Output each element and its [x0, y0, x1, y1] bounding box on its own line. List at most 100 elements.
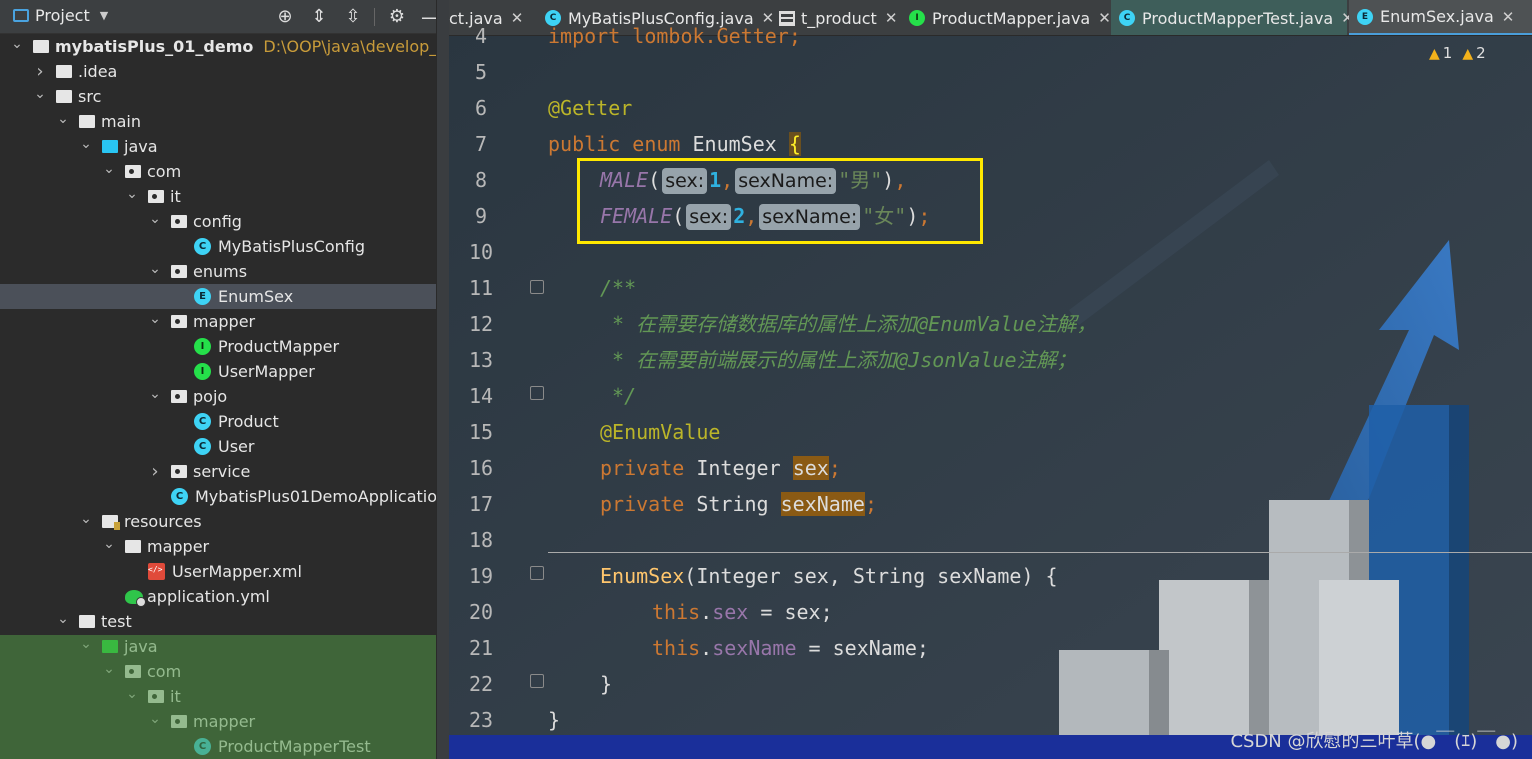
chevron-down-icon[interactable]: ⌄ — [10, 36, 24, 52]
project-tree: ⌄ mybatisPlus_01_demo D:\OOP\java\develop_… — [0, 34, 436, 759]
tree-node[interactable]: ⌄ config — [0, 209, 436, 234]
chevron-down-icon[interactable]: ⌄ — [102, 161, 116, 177]
chevron-down-icon[interactable]: ⌄ — [148, 311, 162, 327]
line-number: 6 — [474, 96, 488, 120]
expand-all-icon[interactable]: ⇕ — [307, 5, 331, 29]
close-icon[interactable]: ✕ — [1502, 8, 1515, 26]
fold-marker-icon[interactable] — [530, 674, 544, 688]
class-icon: C — [194, 238, 211, 255]
module-path: D:\OOP\java\develop_ide — [263, 37, 436, 56]
chevron-down-icon[interactable]: ⌄ — [79, 636, 93, 652]
tree-node-label: User — [218, 437, 255, 456]
fold-marker-icon[interactable] — [530, 566, 544, 580]
tree-node[interactable]: ⌄ com — [0, 659, 436, 684]
line-number: 5 — [474, 60, 488, 84]
module-icon — [33, 40, 49, 53]
highlight-box — [577, 158, 983, 244]
tree-node[interactable]: › .idea — [0, 59, 436, 84]
tree-node[interactable]: ›UserMapper.xml — [0, 559, 436, 584]
code-line-12: * 在需要存储数据库的属性上添加@EnumValue注解， — [600, 312, 1097, 336]
chevron-down-icon[interactable]: ⌄ — [125, 186, 139, 202]
tree-node-label: com — [147, 162, 182, 181]
code-area[interactable]: import lombok.Getter; @Getter public enu… — [548, 24, 1532, 759]
editor-tab[interactable]: E EnumSex.java ✕ — [1349, 0, 1532, 35]
tree-node[interactable]: ›IProductMapper — [0, 334, 436, 359]
chevron-down-icon[interactable]: ⌄ — [148, 261, 162, 277]
tree-node[interactable]: ›CProductMapperTest — [0, 734, 436, 759]
tree-node-label: EnumSex — [218, 287, 294, 306]
collapse-all-icon[interactable]: ⇳ — [341, 5, 365, 29]
tree-node[interactable]: ⌄ resources — [0, 509, 436, 534]
watermark: CSDN @欣慰的三叶草(●￣(ｴ)￣●) — [1230, 731, 1518, 752]
project-panel-title: Project — [35, 6, 90, 25]
chevron-down-icon[interactable]: ⌄ — [79, 511, 93, 527]
tree-node[interactable]: › service — [0, 459, 436, 484]
chevron-down-icon[interactable]: ⌄ — [148, 211, 162, 227]
chevron-down-icon[interactable]: ⌄ — [56, 111, 70, 127]
editor-tab[interactable]: I ProductMapper.java ✕ — [901, 0, 1111, 35]
tree-node[interactable]: ›CMyBatisPlusConfig — [0, 234, 436, 259]
line-number: 4 — [474, 24, 488, 48]
panel-splitter[interactable] — [436, 0, 449, 759]
test-class-icon: C — [194, 738, 211, 755]
tree-node[interactable]: ⌄ enums — [0, 259, 436, 284]
chevron-down-icon[interactable]: ⌄ — [102, 536, 116, 552]
code-line-20: this.sex = sex; — [652, 600, 833, 624]
chevron-down-icon[interactable]: ⌄ — [33, 86, 47, 102]
interface-icon: I — [194, 338, 211, 355]
line-number: 8 — [474, 168, 488, 192]
tree-node[interactable]: ⌄ src — [0, 84, 436, 109]
line-number: 20 — [468, 600, 494, 624]
tree-node-label: it — [170, 187, 181, 206]
fold-marker-icon[interactable] — [530, 280, 544, 294]
chevron-down-icon[interactable]: ⌄ — [148, 711, 162, 727]
tree-node-label: MyBatisPlusConfig — [218, 237, 366, 256]
tree-node[interactable]: ›CMybatisPlus01DemoApplication — [0, 484, 436, 509]
package-icon — [148, 690, 164, 703]
chevron-right-icon[interactable]: › — [148, 461, 162, 482]
gear-icon[interactable]: ⚙ — [385, 5, 409, 29]
chevron-down-icon: ▼ — [99, 9, 109, 22]
folder-icon — [56, 65, 72, 78]
tree-node[interactable]: ⌄ java — [0, 134, 436, 159]
interface-icon: I — [909, 10, 925, 26]
minimize-icon[interactable]: — — [419, 5, 436, 29]
tree-node[interactable]: ⌄ pojo — [0, 384, 436, 409]
method-separator-line — [548, 552, 1532, 553]
enum-icon: E — [194, 288, 211, 305]
tree-node[interactable]: ⌄ main — [0, 109, 436, 134]
tree-node[interactable]: ⌄ mapper — [0, 534, 436, 559]
chevron-down-icon[interactable]: ⌄ — [79, 136, 93, 152]
tree-node-label: MybatisPlus01DemoApplication — [195, 487, 436, 506]
locate-file-icon[interactable]: ⊕ — [273, 5, 297, 29]
tree-node[interactable]: ⌄ com — [0, 159, 436, 184]
chevron-down-icon[interactable]: ⌄ — [148, 386, 162, 402]
editor-tab[interactable]: C ProductMapperTest.java ✕ — [1111, 0, 1354, 35]
tree-node[interactable]: ⌄ java — [0, 634, 436, 659]
close-icon[interactable]: ✕ — [885, 9, 898, 27]
tree-node[interactable]: ⌄ mapper — [0, 309, 436, 334]
chevron-right-icon[interactable]: › — [33, 61, 47, 82]
editor-tab-label: EnumSex.java — [1380, 7, 1494, 26]
line-number: 15 — [468, 420, 494, 444]
editor-tab-label: ProductMapper.java — [932, 8, 1091, 28]
chevron-down-icon[interactable]: ⌄ — [102, 661, 116, 677]
line-number: 7 — [474, 132, 488, 156]
code-line-17: private String sexName; — [600, 492, 877, 516]
close-icon[interactable]: ✕ — [1098, 9, 1111, 27]
tree-node-label: ProductMapperTest — [218, 737, 371, 756]
tree-node[interactable]: ⌄ it — [0, 684, 436, 709]
tree-node[interactable]: ⌄ test — [0, 609, 436, 634]
tree-node[interactable]: ›CProduct — [0, 409, 436, 434]
tree-node[interactable]: ›application.yml — [0, 584, 436, 609]
tree-node[interactable]: ⌄ mapper — [0, 709, 436, 734]
tree-node[interactable]: ⌄ it — [0, 184, 436, 209]
chevron-down-icon[interactable]: ⌄ — [56, 611, 70, 627]
tree-node[interactable]: ›CUser — [0, 434, 436, 459]
tree-node[interactable]: ›IUserMapper — [0, 359, 436, 384]
chevron-down-icon[interactable]: ⌄ — [125, 686, 139, 702]
fold-marker-icon[interactable] — [530, 386, 544, 400]
tree-node[interactable]: ⌄ mybatisPlus_01_demo D:\OOP\java\develop_… — [0, 34, 436, 59]
tree-node[interactable]: ›EEnumSex — [0, 284, 436, 309]
project-view-selector[interactable]: Project ▼ — [13, 6, 108, 25]
